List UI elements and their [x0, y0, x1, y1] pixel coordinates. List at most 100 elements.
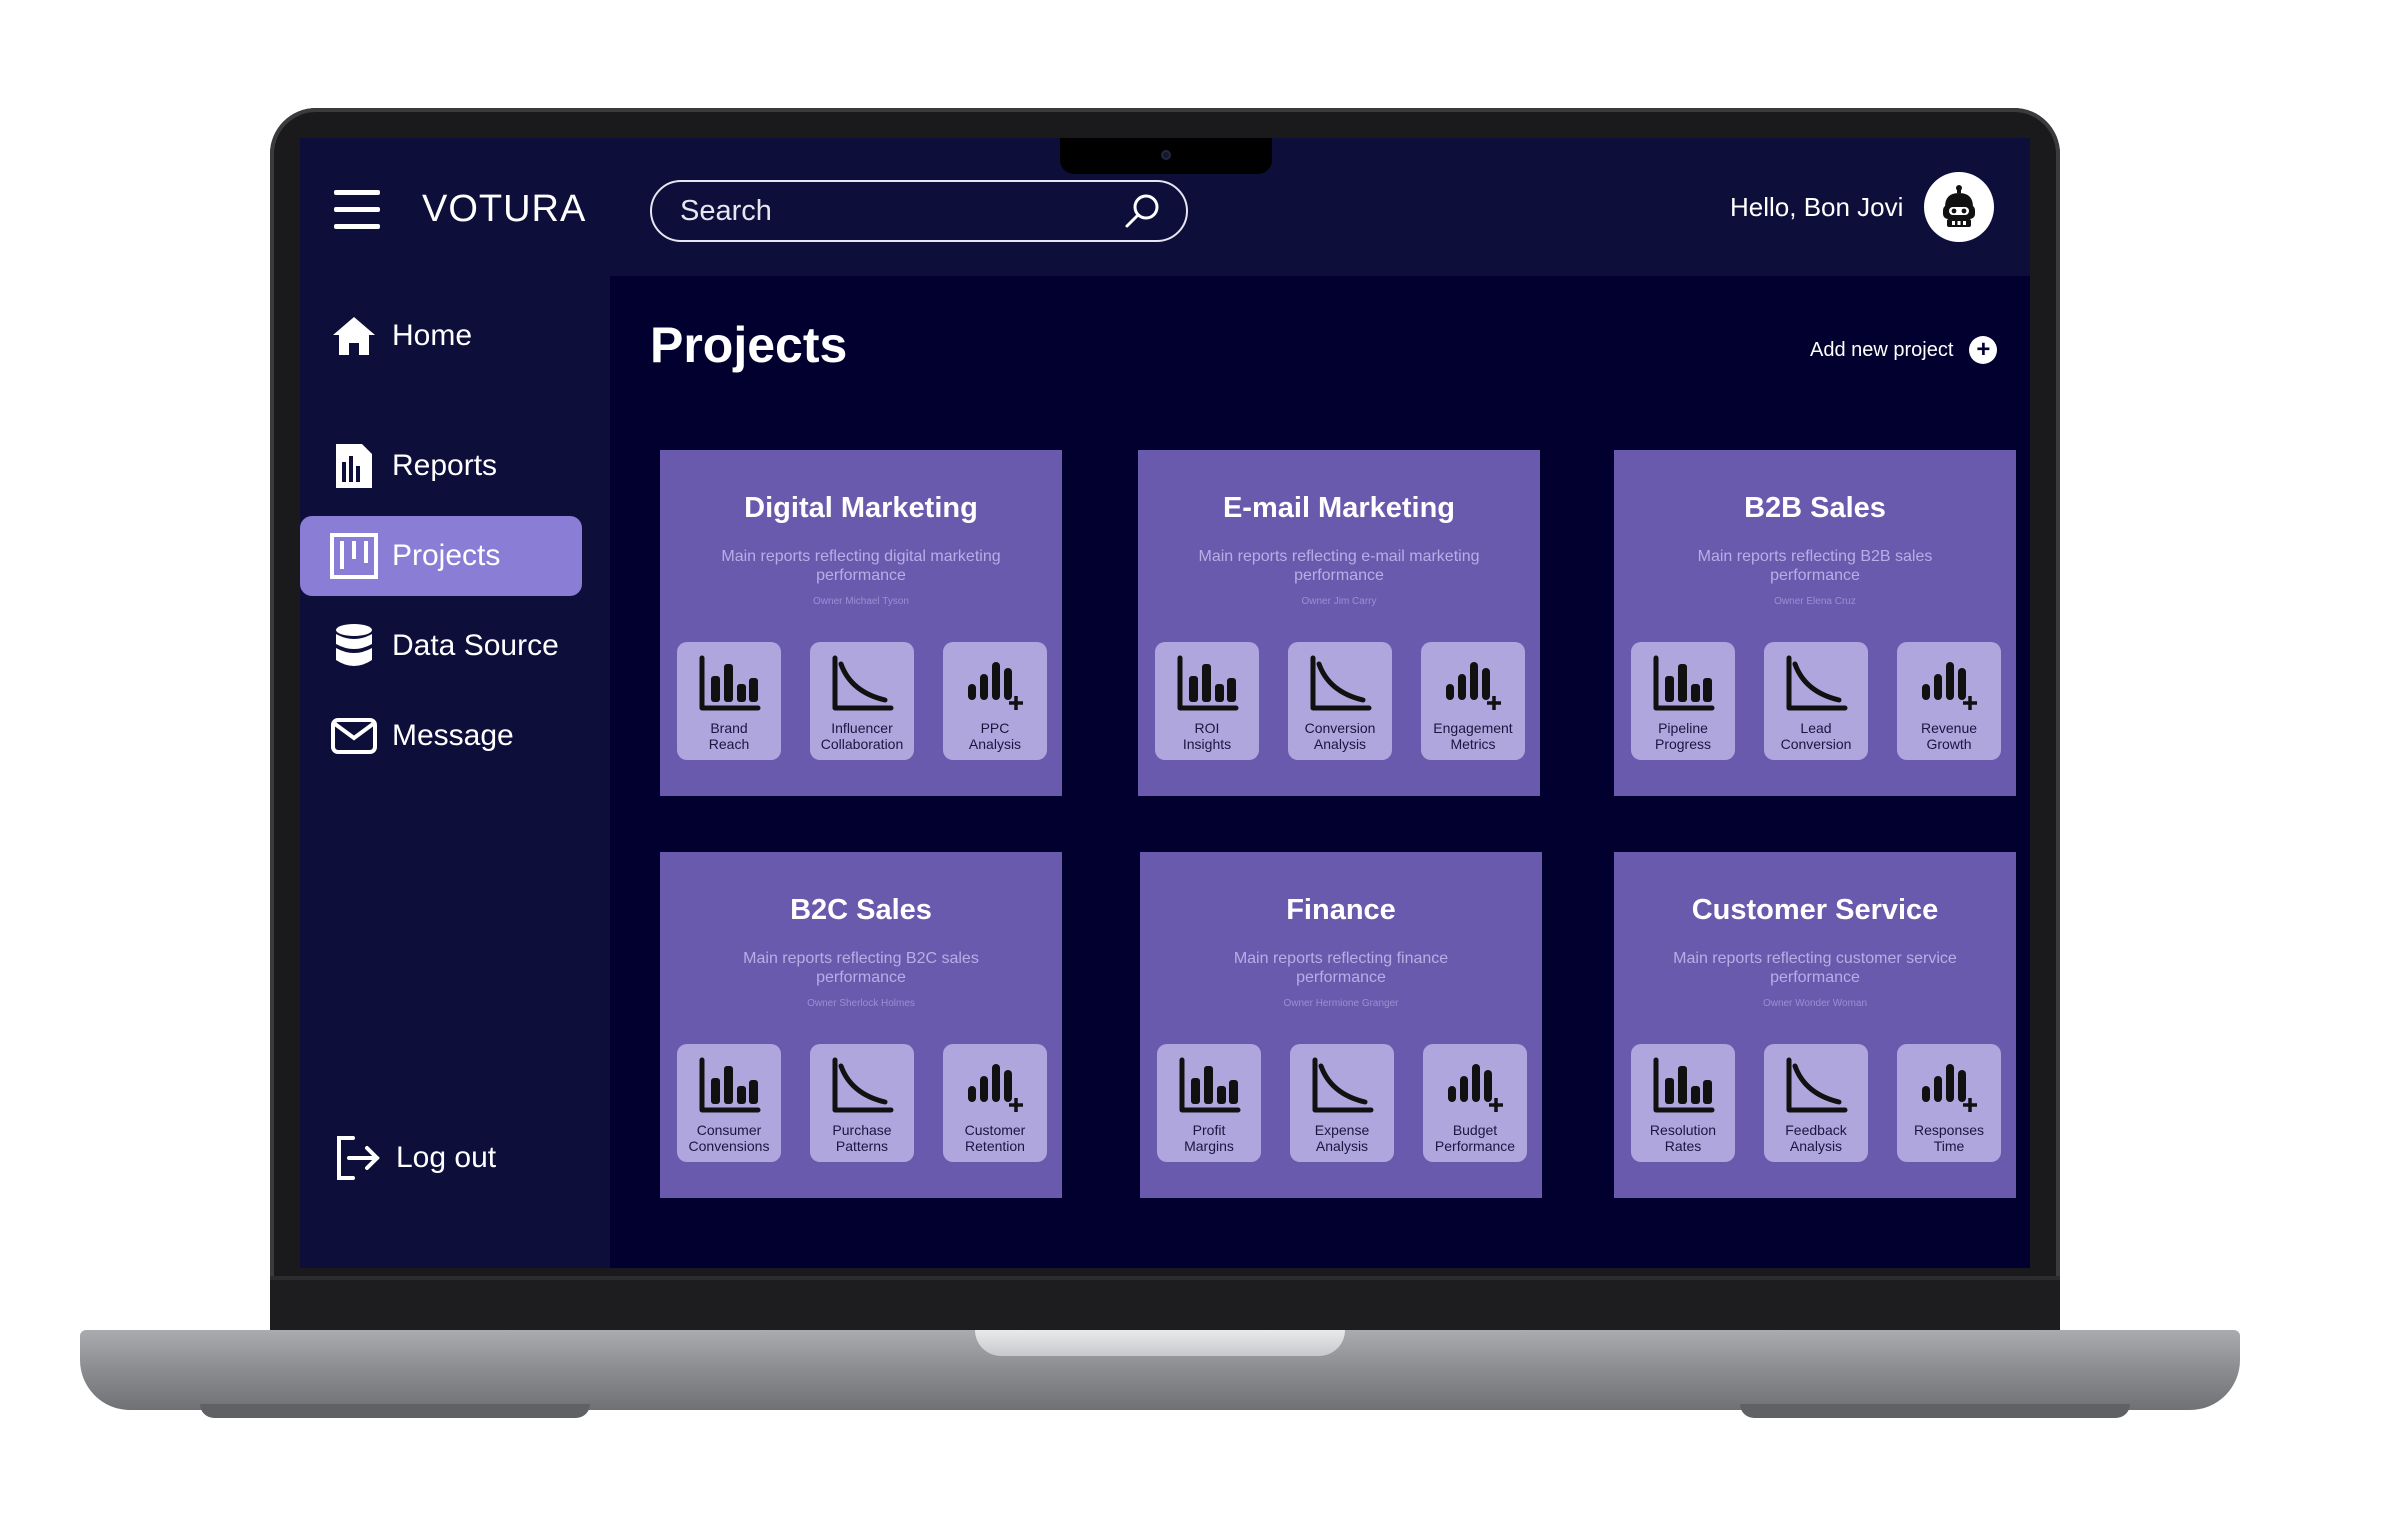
report-tiles: Pipeline Progress Lead Conversion Revenue … [1631, 642, 2001, 760]
bar-chart-icon [696, 654, 762, 714]
project-card[interactable]: Digital Marketing Main reports reflecting… [660, 450, 1062, 796]
report-tile[interactable]: Brand Reach [677, 642, 781, 760]
curve-chart-icon [1783, 654, 1849, 714]
report-label: Engagement Metrics [1433, 720, 1513, 752]
report-tiles: Consumer Convensions Purchase Patterns Cus… [677, 1044, 1047, 1162]
report-tile[interactable]: Customer Retention [943, 1044, 1047, 1162]
project-owner: Owner Hermione Granger [1283, 998, 1399, 1009]
laptop-hinge [270, 1276, 2060, 1334]
growth-chart-icon [1442, 1056, 1508, 1116]
project-card[interactable]: E-mail Marketing Main reports reflecting … [1138, 450, 1540, 796]
report-tiles: Resolution Rates Feedback Analysis Respons… [1631, 1044, 2001, 1162]
project-owner: Owner Jim Carry [1301, 596, 1377, 607]
project-title: E-mail Marketing [1222, 492, 1456, 524]
project-description: Main reports reflecting e-mail marketing… [1198, 548, 1480, 584]
project-card[interactable]: B2C Sales Main reports reflecting B2C sal… [660, 852, 1062, 1198]
report-label: Influencer Collaboration [820, 720, 904, 752]
bar-chart-icon [1176, 1056, 1242, 1116]
report-tiles: Brand Reach Influencer Collaboration PPC A… [677, 642, 1047, 760]
report-label: Responses Time [1913, 1122, 1985, 1154]
app-brand: VOTURA [422, 188, 587, 230]
report-label: Consumer Convensions [688, 1122, 770, 1154]
project-card[interactable]: B2B Sales Main reports reflecting B2B sal… [1614, 450, 2016, 796]
report-tile[interactable]: Feedback Analysis [1764, 1044, 1868, 1162]
sidebar-item-label: Projects [392, 539, 501, 572]
report-tile[interactable]: Lead Conversion [1764, 642, 1868, 760]
report-tile[interactable]: Purchase Patterns [810, 1044, 914, 1162]
project-description: Main reports reflecting finance performa… [1233, 950, 1449, 986]
bar-chart-icon [1650, 654, 1716, 714]
report-label: ROI Insights [1182, 720, 1232, 752]
user-greeting: Hello, Bon Jovi [1730, 192, 1904, 222]
bar-chart-icon [1174, 654, 1240, 714]
report-tile[interactable]: Consumer Convensions [677, 1044, 781, 1162]
camera-icon [1161, 150, 1171, 160]
report-label: Revenue Growth [1920, 720, 1978, 752]
report-label: Profit Margins [1184, 1122, 1234, 1154]
sidebar-item-data-source[interactable]: Data Source [300, 606, 582, 686]
report-label: Customer Retention [964, 1122, 1026, 1154]
database-icon [330, 622, 378, 670]
growth-chart-icon [1916, 1056, 1982, 1116]
report-label: Brand Reach [708, 720, 750, 752]
sidebar-item-home[interactable]: Home [300, 296, 582, 376]
project-title: B2C Sales [790, 894, 932, 926]
curve-chart-icon [1309, 1056, 1375, 1116]
projects-icon [330, 532, 378, 580]
sidebar-item-message[interactable]: Message [300, 696, 582, 776]
report-tiles: Profit Margins Expense Analysis Budget Per… [1157, 1044, 1527, 1162]
bar-chart-icon [1650, 1056, 1716, 1116]
report-tile[interactable]: Engagement Metrics [1421, 642, 1525, 760]
sidebar: Home Reports Projects Data Source Messag… [300, 276, 610, 1268]
report-tile[interactable]: Resolution Rates [1631, 1044, 1735, 1162]
project-description: Main reports reflecting B2B sales perfor… [1697, 548, 1933, 584]
app-screen: VOTURA Hello, Bon Jovi [300, 138, 2030, 1268]
logout-label: Log out [396, 1141, 497, 1174]
project-owner: Owner Wonder Woman [1762, 998, 1868, 1009]
report-label: Resolution Rates [1649, 1122, 1717, 1154]
project-card[interactable]: Finance Main reports reflecting finance p… [1140, 852, 1542, 1198]
sidebar-item-label: Message [392, 719, 514, 752]
search-bar[interactable] [650, 180, 1188, 242]
sidebar-item-reports[interactable]: Reports [300, 426, 582, 506]
report-tile[interactable]: Pipeline Progress [1631, 642, 1735, 760]
sidebar-item-label: Data Source [392, 629, 559, 662]
sidebar-item-projects[interactable]: Projects [300, 516, 582, 596]
report-tiles: ROI Insights Conversion Analysis Engagemen… [1155, 642, 1525, 760]
report-tile[interactable]: Expense Analysis [1290, 1044, 1394, 1162]
project-description: Main reports reflecting customer service… [1673, 950, 1957, 986]
report-tile[interactable]: Conversion Analysis [1288, 642, 1392, 760]
add-project-label: Add new project [1810, 338, 1954, 361]
project-owner: Owner Elena Cruz [1774, 596, 1856, 607]
laptop-foot-left [200, 1404, 590, 1418]
search-icon[interactable] [1122, 191, 1162, 231]
main-content: Projects Add new project + Digital Marke… [610, 276, 2030, 1268]
avatar[interactable] [1924, 172, 1994, 242]
robot-avatar-icon [1943, 185, 1975, 227]
menu-icon[interactable] [334, 190, 380, 232]
report-label: Budget Performance [1434, 1122, 1516, 1154]
camera-notch [1060, 138, 1272, 174]
page-title: Projects [650, 317, 848, 373]
project-owner: Owner Sherlock Holmes [807, 998, 915, 1009]
report-label: PPC Analysis [968, 720, 1022, 752]
report-tile[interactable]: Budget Performance [1423, 1044, 1527, 1162]
project-description: Main reports reflecting B2C sales perfor… [743, 950, 979, 986]
report-tile[interactable]: Influencer Collaboration [810, 642, 914, 760]
sidebar-item-label: Reports [392, 449, 498, 482]
report-tile[interactable]: Revenue Growth [1897, 642, 2001, 760]
add-project-button[interactable]: Add new project + [1810, 336, 1998, 364]
report-tile[interactable]: Profit Margins [1157, 1044, 1261, 1162]
logout-icon [334, 1134, 382, 1182]
project-owner: Owner Michael Tyson [813, 596, 909, 607]
curve-chart-icon [1307, 654, 1373, 714]
search-input[interactable] [680, 194, 1122, 228]
report-label: Pipeline Progress [1654, 720, 1712, 752]
logout-button[interactable]: Log out [300, 1118, 582, 1198]
project-title: Finance [1286, 894, 1396, 926]
home-icon [330, 312, 378, 360]
report-tile[interactable]: Responses Time [1897, 1044, 2001, 1162]
project-card[interactable]: Customer Service Main reports reflecting … [1614, 852, 2016, 1198]
report-tile[interactable]: ROI Insights [1155, 642, 1259, 760]
report-tile[interactable]: PPC Analysis [943, 642, 1047, 760]
